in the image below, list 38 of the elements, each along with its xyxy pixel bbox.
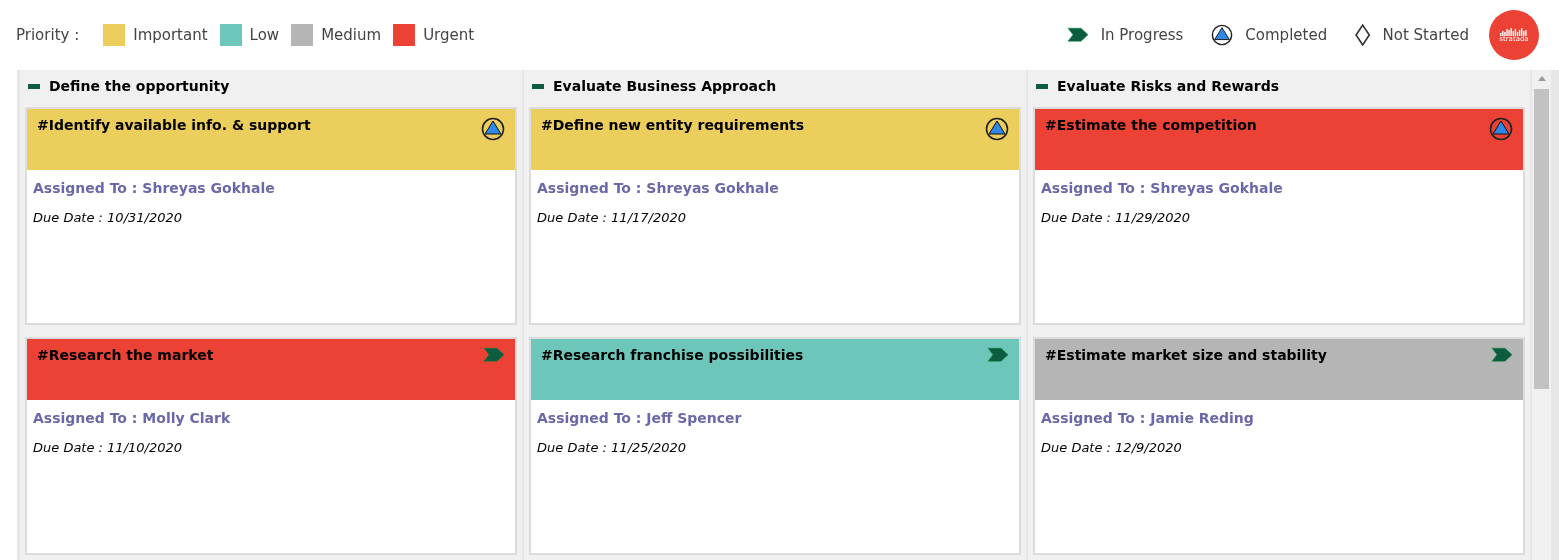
card-title: #Research franchise possibilities [541, 346, 804, 365]
assignee-text: Assigned To : Shreyas Gokhale [537, 179, 780, 198]
status-legend-label: In Progress [1100, 24, 1184, 46]
assignee-text: Assigned To : Molly Clark [33, 409, 232, 428]
column-title: Evaluate Business Approach [553, 76, 777, 96]
task-card[interactable]: #Estimate the competition Assigned To : Shreyas Gokhale Due Date : 11/29/2020 [1033, 107, 1525, 325]
card-title: #Define new entity requirements [541, 116, 805, 135]
due-date-text: Due Date : 11/29/2020 [1041, 209, 1192, 227]
assignee-text: Assigned To : Jamie Reding [1041, 409, 1255, 428]
due-date-text: Due Date : 11/25/2020 [537, 439, 688, 457]
column-title: Evaluate Risks and Rewards [1057, 76, 1280, 96]
assignee-text: Assigned To : Shreyas Gokhale [33, 179, 276, 198]
priority-label: Priority : [16, 24, 80, 46]
assignee-text: Assigned To : Shreyas Gokhale [1041, 179, 1284, 198]
priority-legend-label: Urgent [423, 24, 475, 46]
scroll-thumb[interactable] [1534, 89, 1549, 389]
assignee-text: Assigned To : Jeff Spencer [537, 409, 743, 428]
priority-legend-label: Medium [321, 24, 382, 46]
task-card[interactable]: #Identify available info. & support Assigned To : Shreyas Gokhale Due Date : 10/31/2020 [25, 107, 517, 325]
task-card[interactable]: #Define new entity requirements Assigned To : Shreyas Gokhale Due Date : 11/17/2020 [529, 107, 1021, 325]
task-card[interactable]: #Research the market Assigned To : Molly Clark Due Date : 11/10/2020 [25, 337, 517, 555]
column-title: Define the opportunity [49, 76, 230, 96]
card-title: #Estimate the competition [1045, 116, 1257, 135]
status-legend-label: Not Started [1382, 24, 1469, 46]
due-date-text: Due Date : 11/10/2020 [33, 439, 184, 457]
priority-legend-label: Low [249, 24, 280, 46]
due-date-text: Due Date : 10/31/2020 [33, 209, 184, 227]
card-title: #Research the market [37, 346, 214, 365]
task-card[interactable]: #Research franchise possibilities Assigned To : Jeff Spencer Due Date : 11/25/2020 [529, 337, 1021, 555]
due-date-text: Due Date : 12/9/2020 [1041, 439, 1183, 457]
task-card[interactable]: #Estimate market size and stability Assigned To : Jamie Reding Due Date : 12/9/2020 [1033, 337, 1525, 555]
scrollbar[interactable] [1532, 70, 1551, 560]
card-title: #Estimate market size and stability [1045, 346, 1327, 365]
skyline-icon [1500, 27, 1528, 36]
card-title: #Identify available info. & support [37, 116, 311, 135]
status-legend-label: Completed [1245, 24, 1328, 46]
due-date-text: Due Date : 11/17/2020 [537, 209, 688, 227]
priority-legend-label: Important [133, 24, 208, 46]
